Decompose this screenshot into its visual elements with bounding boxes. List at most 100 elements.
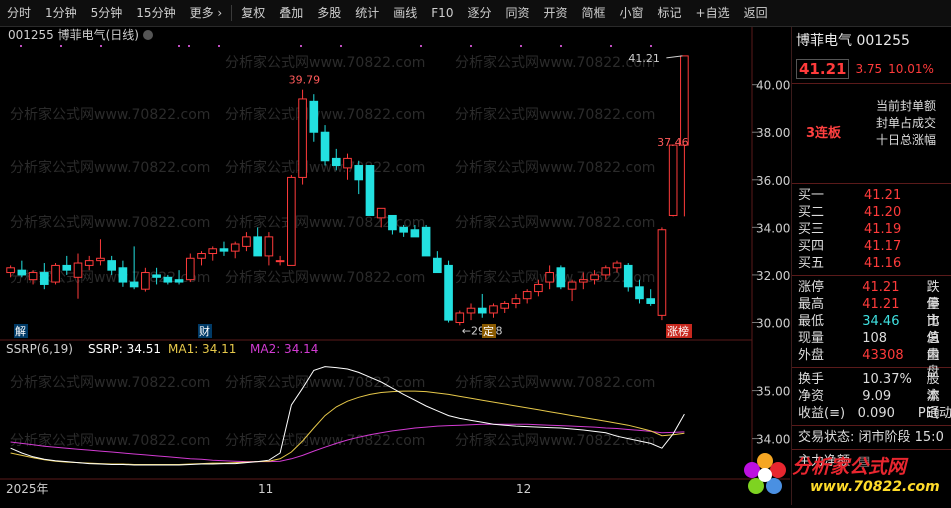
panel-divider: [792, 425, 951, 426]
title-dropdown-icon[interactable]: [143, 30, 153, 40]
candle-up: [534, 283, 543, 293]
toolbar-item-kaizi[interactable]: 开资: [536, 0, 574, 26]
stat-label: 换手: [798, 372, 825, 387]
toolbar-item-huaxian[interactable]: 画线: [386, 0, 424, 26]
bid-row: 买二 41.20: [792, 204, 951, 221]
toolbar-item-zixuan[interactable]: +自选: [689, 0, 737, 26]
watermark-text: 分析家公式网www.70822.com: [225, 269, 425, 286]
toolbar-item-fenshi[interactable]: 分时: [0, 0, 38, 26]
quote-pct-change: 10.01%: [888, 62, 934, 76]
candle-up: [511, 298, 521, 304]
stat-label2: 内盘: [926, 348, 940, 380]
stat-label: 涨停: [798, 280, 825, 295]
candle-up: [287, 176, 296, 266]
event-marker-text: 定: [483, 324, 494, 338]
event-dot: [178, 45, 180, 47]
watermark-text: 分析家公式网www.70822.com: [10, 374, 210, 391]
watermark-text: 分析家公式网www.70822.com: [455, 432, 655, 449]
bid-price: 41.19: [864, 222, 902, 237]
toolbar-item-biaoji[interactable]: 标记: [651, 0, 689, 26]
candle-up: [500, 302, 510, 309]
last-price-label: 41.21: [628, 52, 660, 65]
candle-up: [376, 207, 386, 219]
price-tick-label: 30.00: [756, 316, 790, 330]
stat-label2: 股本: [926, 372, 940, 404]
toolbar-item-jiankuang[interactable]: 简框: [575, 0, 613, 26]
ssrp-value: SSRP: 34.51: [88, 342, 161, 356]
bid-label: 买五: [798, 256, 825, 271]
stat-value: 34.46: [862, 314, 900, 329]
candle-up: [668, 144, 678, 216]
quote-change: 3.75: [855, 62, 883, 76]
toolbar-item-tongji[interactable]: 统计: [348, 0, 386, 26]
candle-up: [73, 262, 83, 278]
high-price-label: 39.79: [289, 74, 321, 87]
bid-label: 买二: [798, 205, 825, 220]
stat-label2: 跌停: [926, 280, 940, 312]
event-marker: 财: [198, 324, 212, 338]
toolbar-item-fuquan[interactable]: 复权: [234, 0, 272, 26]
toolbar-item-15min[interactable]: 15分钟: [129, 0, 182, 26]
toolbar-item-xiaochuang[interactable]: 小窗: [613, 0, 651, 26]
stats-list: 涨停 41.21 跌停 最高 41.21 量比 最低 34.46 市值 现量 108 总量 外盘 4330…: [792, 279, 951, 380]
stat-row: 换手 10.37% 股本: [792, 371, 951, 404]
toolbar-item-zhufen[interactable]: 逐分: [460, 0, 498, 26]
event-marker: 解: [14, 324, 28, 338]
bid-label: 买一: [798, 188, 825, 203]
limit-item: 十日总涨幅: [876, 133, 937, 147]
stat-value: 0.090: [857, 406, 895, 421]
toolbar-item-diejia[interactable]: 叠加: [272, 0, 310, 26]
flower-logo-icon: [744, 453, 786, 494]
stat-label: 最高: [798, 297, 825, 312]
toolbar-item-more[interactable]: 更多 ›: [183, 0, 230, 26]
bid-price: 41.16: [864, 256, 902, 271]
watermark-text: 分析家公式网www.70822.com: [455, 106, 655, 123]
panel-divider: [792, 275, 951, 276]
candle-up: [51, 264, 60, 283]
toolbar-item-5min[interactable]: 5分钟: [84, 0, 130, 26]
bid-label: 买三: [798, 222, 825, 237]
kline-chart-svg[interactable]: 分析家公式网www.70822.com 分析家公式网www.70822.com 分析…: [0, 27, 790, 505]
ma2-value: MA2: 34.14: [250, 342, 318, 356]
candle-down: [107, 260, 116, 271]
toolbar-divider: [231, 5, 233, 21]
event-dot: [218, 45, 220, 47]
stat-label2: 量比: [926, 297, 940, 329]
xaxis-label-dec: 12: [516, 482, 531, 496]
stat-label2: PE(动: [917, 406, 951, 421]
candle-up: [455, 312, 465, 323]
watermark-text: 分析家公式网www.70822.com: [225, 106, 425, 123]
toolbar-item-f10[interactable]: F10: [424, 0, 460, 26]
candle-up: [275, 260, 285, 263]
logo-url: www.70822.com: [810, 479, 940, 495]
candle-up: [264, 236, 274, 257]
stat-label: 净资: [798, 389, 825, 404]
toolbar-item-tongzi[interactable]: 同资: [498, 0, 536, 26]
limit-board-count: 3连板: [806, 126, 842, 141]
bid-label: 买四: [798, 239, 825, 254]
candle-down: [174, 279, 184, 283]
bid-price: 41.21: [864, 188, 902, 203]
event-dot: [20, 45, 22, 47]
candle-up: [230, 243, 240, 252]
stat-value: 9.09: [862, 389, 892, 404]
limit-items: 当前封单额 封单占成交 十日总涨幅: [876, 98, 936, 149]
watermark-text: 分析家公式网www.70822.com: [10, 214, 210, 231]
toolbar-item-fanhui[interactable]: 返回: [737, 0, 775, 26]
candle-up: [601, 267, 611, 276]
event-dot: [610, 45, 612, 47]
candle-down: [39, 272, 49, 285]
watermark-text: 分析家公式网www.70822.com: [455, 159, 655, 176]
candle-down: [410, 229, 420, 238]
bid-row: 买一 41.21: [792, 187, 951, 204]
toolbar-item-duogu[interactable]: 多股: [310, 0, 348, 26]
kline-chart-area[interactable]: 分析家公式网www.70822.com 分析家公式网www.70822.com 分析…: [0, 27, 790, 505]
stat-label: 最低: [798, 314, 825, 329]
toolbar-item-1min[interactable]: 1分钟: [38, 0, 84, 26]
price-tick-label: 40.00: [756, 79, 790, 93]
bid-row: 买五 41.16: [792, 255, 951, 272]
main-chart-title: 001255 博菲电气(日线): [8, 27, 139, 42]
stat-value: 41.21: [862, 297, 900, 312]
bid-price: 41.17: [864, 239, 902, 254]
indicator-tick-label: 34.00: [756, 433, 790, 447]
